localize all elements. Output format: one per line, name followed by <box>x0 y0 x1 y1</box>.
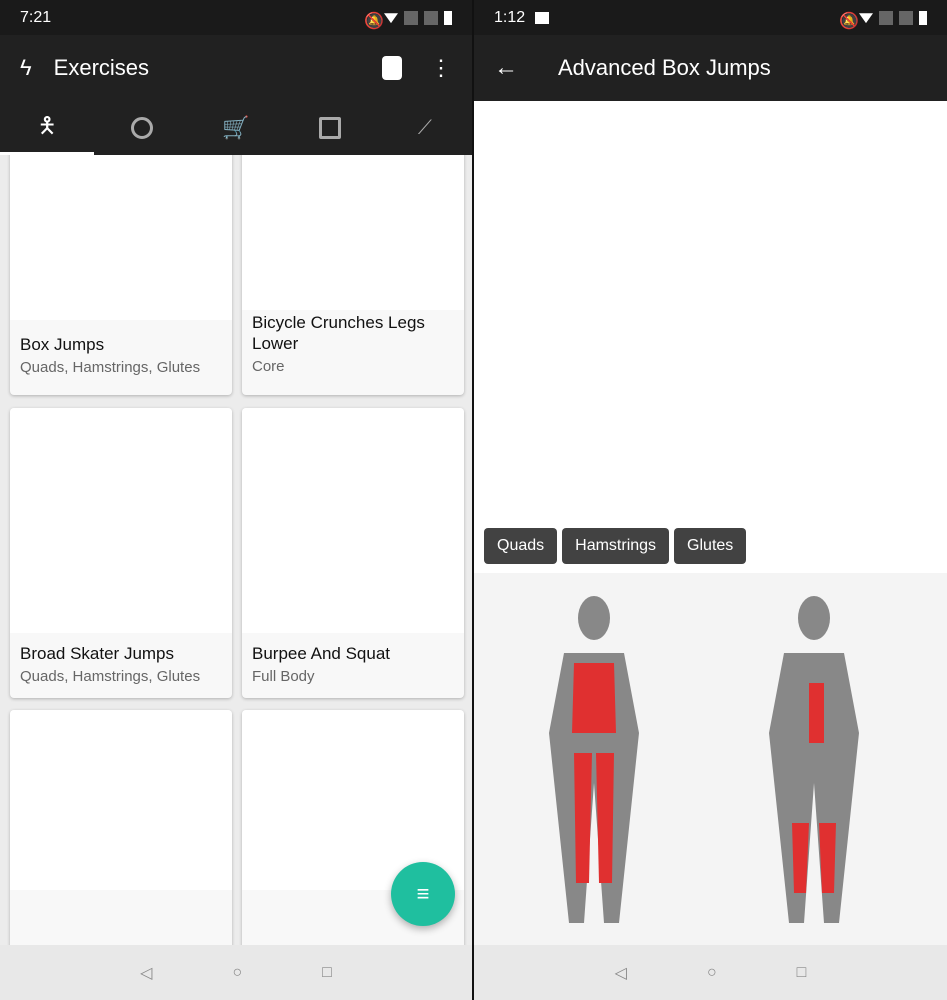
logo-icon: ϟ <box>20 55 32 80</box>
supplement-icon[interactable] <box>382 56 402 80</box>
exercise-muscles: Quads, Hamstrings, Glutes <box>20 359 201 376</box>
back-body <box>769 596 859 923</box>
system-nav-bar: ◁ ○ □ <box>474 945 947 1000</box>
exercises-screen: 7:21 🔕 ϟ Exercises ⋮ 🯅 🛒 ⟋ Box Jumps Quad… <box>0 0 472 1000</box>
no-sim-icon <box>404 10 418 25</box>
tab-calendar[interactable] <box>283 101 377 155</box>
page-title: Advanced Box Jumps <box>558 55 771 80</box>
cart-icon: 🛒 <box>222 115 250 140</box>
muscle-chips: Quads Hamstrings Glutes <box>484 528 747 564</box>
tab-shop[interactable]: 🛒 <box>189 101 283 155</box>
wifi-icon <box>384 13 398 24</box>
status-bar: 1:12 🔕 <box>474 0 947 35</box>
exercise-name: Bicycle Crunches Legs Lower <box>252 313 425 353</box>
exercise-image <box>242 155 464 310</box>
recents-nav-icon[interactable]: □ <box>797 964 807 982</box>
muscle-chip[interactable]: Quads <box>484 528 558 564</box>
wifi-icon <box>859 13 873 24</box>
exercise-icon: 🯅 <box>37 113 57 138</box>
battery-icon <box>444 10 452 25</box>
image-notification-icon <box>535 11 550 24</box>
exercise-illustration <box>474 101 947 571</box>
mute-icon: 🔕 <box>839 12 859 30</box>
no-sim-icon <box>879 10 893 25</box>
battery-icon <box>919 10 927 25</box>
filter-button[interactable]: ≡ <box>391 862 455 926</box>
mute-icon: 🔕 <box>364 12 384 30</box>
home-nav-icon[interactable]: ○ <box>707 964 717 982</box>
exercise-image <box>10 710 232 890</box>
trend-icon: ⟋ <box>417 116 432 139</box>
exercise-muscles: Quads, Hamstrings, Glutes <box>20 668 201 685</box>
timer-icon <box>130 117 153 139</box>
back-nav-icon[interactable]: ◁ <box>615 963 627 983</box>
status-time: 1:12 <box>494 8 526 26</box>
exercise-name: Burpee And Squat <box>252 644 391 663</box>
back-arrow-icon[interactable]: ← <box>494 54 518 82</box>
app-bar: ϟ Exercises ⋮ <box>0 35 472 101</box>
exercise-card[interactable]: Burpee And Squat Full Body <box>242 408 464 698</box>
app-bar: ← Advanced Box Jumps <box>474 35 947 101</box>
exercise-image <box>10 408 232 633</box>
tab-exercises[interactable]: 🯅 <box>0 101 95 155</box>
more-vert-icon[interactable]: ⋮ <box>430 55 452 81</box>
muscle-chip[interactable]: Hamstrings <box>562 528 670 564</box>
exercise-detail-screen: 1:12 🔕 ← Advanced Box Jumps Quads Hamstr… <box>474 0 947 1000</box>
muscle-diagram <box>549 596 859 923</box>
page-title: Exercises <box>53 55 150 80</box>
exercise-card[interactable] <box>10 710 232 945</box>
status-bar: 7:21 🔕 <box>0 0 472 35</box>
status-time: 7:21 <box>20 8 52 26</box>
front-body <box>549 596 639 923</box>
exercise-muscles: Full Body <box>252 668 315 685</box>
exercise-image <box>10 155 232 320</box>
exercise-grid[interactable]: Box Jumps Quads, Hamstrings, Glutes Bicyc… <box>0 155 472 945</box>
back-nav-icon[interactable]: ◁ <box>140 963 152 983</box>
filter-icon: ≡ <box>416 881 430 906</box>
exercise-muscles: Core <box>252 358 285 375</box>
system-nav-bar: ◁ ○ □ <box>0 945 472 1000</box>
exercise-name: Broad Skater Jumps <box>20 644 175 663</box>
tab-progress[interactable]: ⟋ <box>378 101 472 155</box>
muscle-map <box>474 573 947 945</box>
no-sim-icon <box>899 10 913 25</box>
no-sim-icon <box>424 10 438 25</box>
exercise-card[interactable]: Box Jumps Quads, Hamstrings, Glutes <box>10 155 232 395</box>
tab-timer[interactable] <box>94 101 188 155</box>
recents-nav-icon[interactable]: □ <box>322 964 332 982</box>
exercise-card[interactable]: Broad Skater Jumps Quads, Hamstrings, Glu… <box>10 408 232 698</box>
exercise-image <box>242 408 464 633</box>
home-nav-icon[interactable]: ○ <box>232 964 242 982</box>
tab-bar: 🯅 🛒 ⟋ <box>0 101 472 155</box>
exercise-card[interactable]: Bicycle Crunches Legs Lower Core <box>242 155 464 395</box>
muscle-chip[interactable]: Glutes <box>674 528 747 564</box>
calendar-icon <box>319 117 342 139</box>
exercise-name: Box Jumps <box>20 335 105 354</box>
